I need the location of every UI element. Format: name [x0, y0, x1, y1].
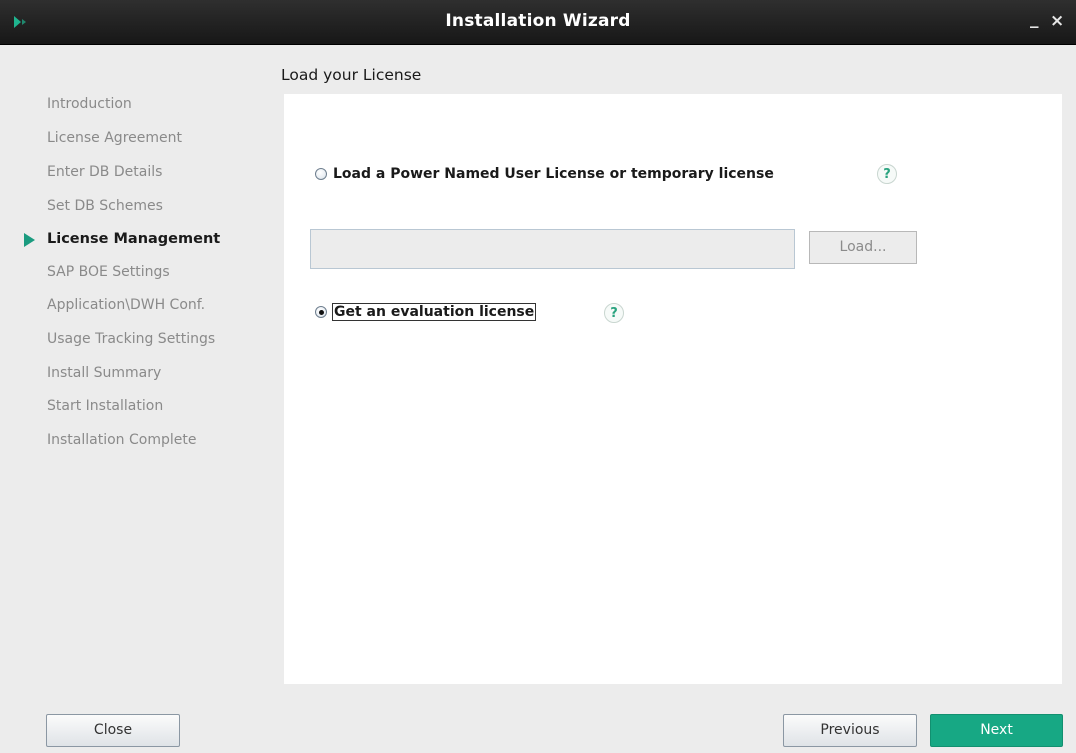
power-license-help-icon[interactable]: ? — [877, 164, 897, 184]
evaluation-license-help-icon[interactable]: ? — [604, 303, 624, 323]
power-license-label[interactable]: Load a Power Named User License or tempo… — [333, 166, 774, 182]
window-close-button[interactable]: × — [1050, 11, 1064, 31]
power-license-option[interactable]: Load a Power Named User License or tempo… — [315, 166, 774, 182]
power-license-radio[interactable] — [315, 168, 327, 180]
load-button[interactable]: Load... — [809, 231, 917, 264]
license-path-input[interactable] — [310, 229, 795, 269]
step-install-summary: Install Summary — [47, 365, 162, 381]
next-button[interactable]: Next — [930, 714, 1063, 747]
current-step-arrow-icon — [24, 233, 35, 247]
title-bar: Installation Wizard _ × — [0, 0, 1076, 45]
evaluation-license-option[interactable]: Get an evaluation license — [315, 303, 537, 321]
step-start-installation: Start Installation — [47, 398, 164, 414]
close-button[interactable]: Close — [46, 714, 180, 747]
step-usage-tracking-settings: Usage Tracking Settings — [47, 331, 216, 347]
step-license-management: License Management — [47, 231, 221, 247]
step-installation-complete: Installation Complete — [47, 432, 197, 448]
page-title: Load your License — [281, 66, 422, 84]
evaluation-license-radio[interactable] — [315, 306, 327, 318]
step-set-db-schemes: Set DB Schemes — [47, 198, 163, 214]
step-application-dwh-conf: Application\DWH Conf. — [47, 297, 206, 313]
step-license-agreement: License Agreement — [47, 130, 182, 146]
content-panel — [284, 94, 1062, 684]
evaluation-license-label[interactable]: Get an evaluation license — [331, 303, 537, 321]
previous-button[interactable]: Previous — [783, 714, 917, 747]
minimize-button[interactable]: _ — [1030, 9, 1039, 29]
step-sap-boe-settings: SAP BOE Settings — [47, 264, 170, 280]
step-introduction: Introduction — [47, 96, 132, 112]
window-title: Installation Wizard — [445, 11, 631, 31]
step-enter-db-details: Enter DB Details — [47, 164, 163, 180]
